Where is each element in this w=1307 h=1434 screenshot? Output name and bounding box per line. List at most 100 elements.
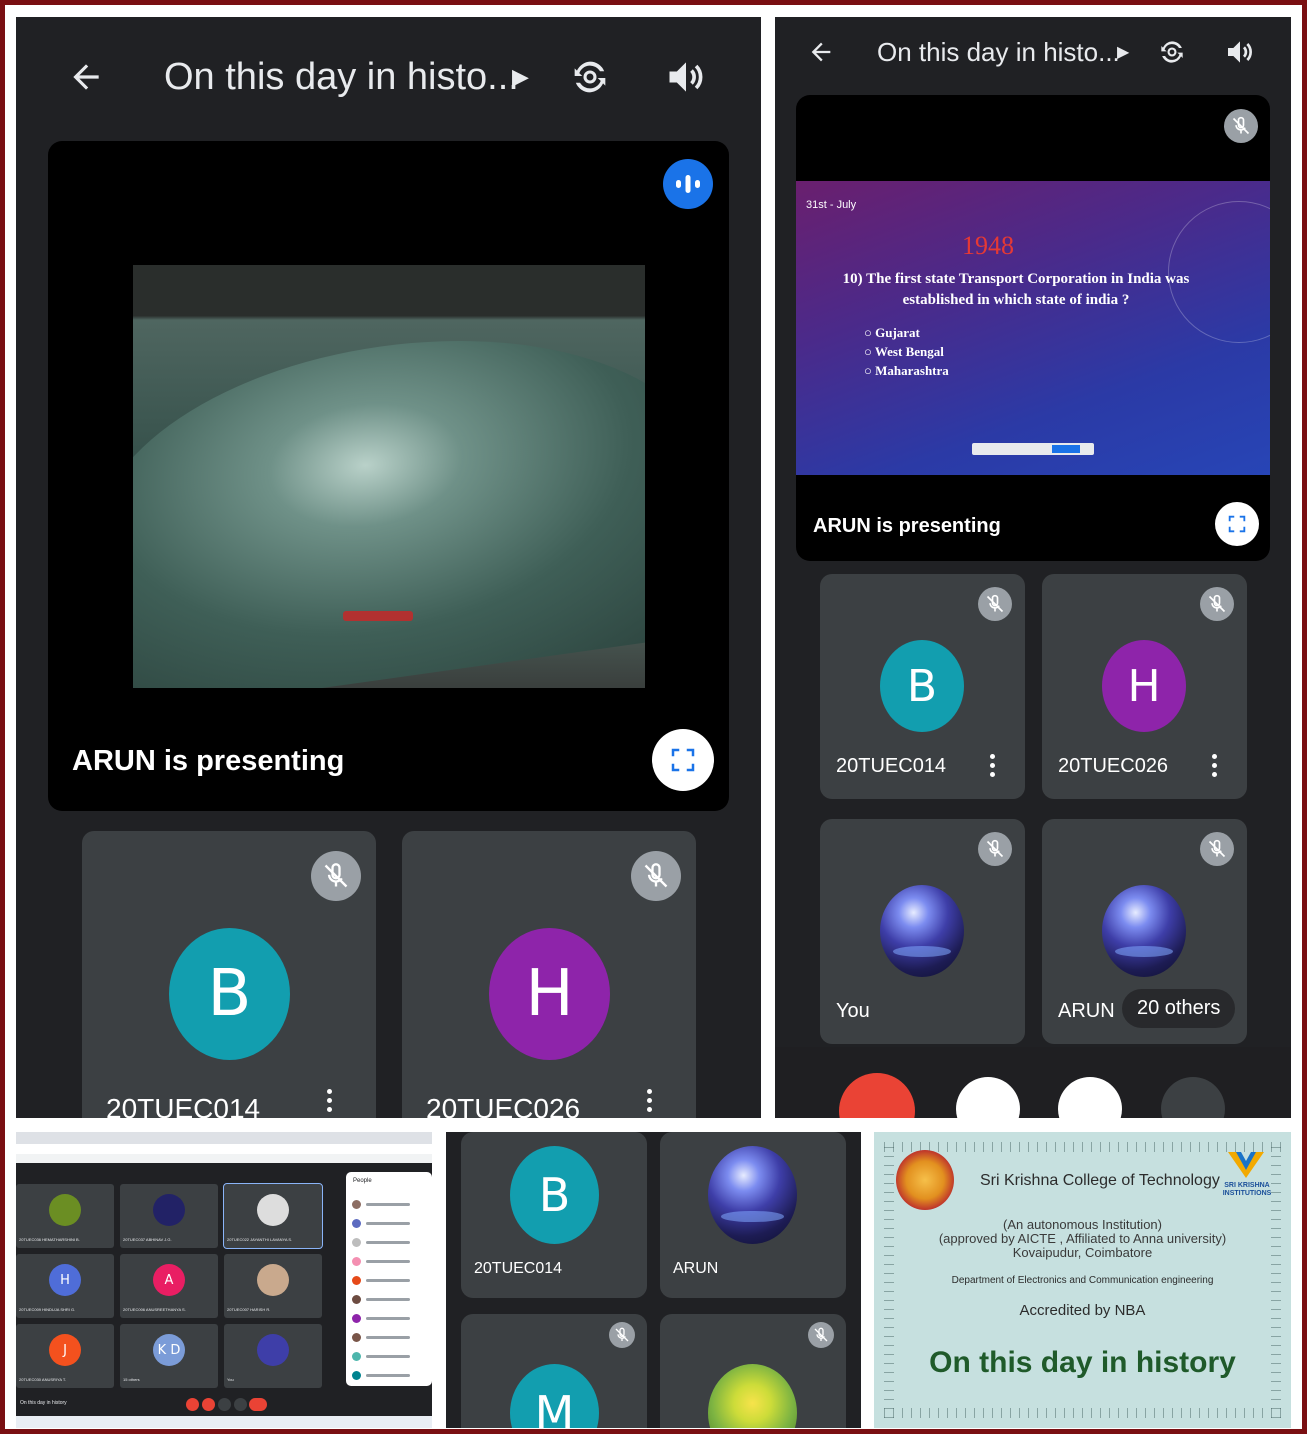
people-list-item[interactable]	[352, 1295, 426, 1305]
people-list-item[interactable]	[352, 1333, 426, 1343]
more-options-button[interactable]	[1161, 1077, 1225, 1118]
quiz-slide: 31st - July 1948 10) The first state Tra…	[796, 181, 1270, 475]
participant-name: 20TUEC006 ANUSREETHANYA S.	[123, 1307, 186, 1312]
participant-tile[interactable]: You	[820, 819, 1025, 1044]
participant-tile[interactable]: ARUN 20 others	[1042, 819, 1247, 1044]
participant-tile[interactable]: ARUN	[660, 1132, 846, 1298]
person-avatar	[352, 1257, 361, 1266]
mic-off-icon	[609, 1322, 635, 1348]
participant-name: You	[836, 1000, 870, 1022]
avatar: H	[1102, 640, 1186, 732]
participant-name: 20TUEC030 ANUSRIYA T.	[19, 1377, 66, 1382]
more-options-icon[interactable]	[1212, 754, 1217, 777]
camera-off-button[interactable]	[956, 1077, 1020, 1118]
mic-off-icon	[1200, 832, 1234, 866]
meeting-title[interactable]: On this day in histo...	[164, 56, 519, 99]
address-line: Kovaipudur, Coimbatore	[1012, 1245, 1153, 1260]
people-list-item[interactable]	[352, 1352, 426, 1362]
control-button[interactable]	[202, 1398, 215, 1411]
switch-camera-icon[interactable]	[1155, 35, 1189, 69]
people-panel: People	[346, 1172, 432, 1386]
speaker-icon[interactable]	[662, 53, 710, 101]
participant-tile[interactable]: M	[461, 1314, 647, 1428]
browser-tab-bar	[16, 1132, 432, 1144]
control-button[interactable]	[234, 1398, 247, 1411]
avatar: K D	[153, 1334, 185, 1366]
desktop-participant-tile[interactable]: 20TUEC022 JAYANTHI LAVANYA S.	[223, 1183, 323, 1249]
participant-name: 20TUEC022 JAYANTHI LAVANYA S.	[227, 1237, 293, 1242]
person-name-bar	[366, 1374, 410, 1377]
people-list-item[interactable]	[352, 1371, 426, 1381]
participant-name: 20TUEC037 ABHINAV J.G.	[123, 1237, 172, 1242]
more-options-icon[interactable]	[647, 1089, 652, 1112]
department-name: Department of Electronics and Communicat…	[951, 1275, 1214, 1286]
more-options-icon[interactable]	[990, 754, 995, 777]
desktop-participant-tile[interactable]: 20TUEC007 HARISH R.	[224, 1254, 322, 1318]
more-options-icon[interactable]	[327, 1089, 332, 1112]
people-list-item[interactable]	[352, 1200, 426, 1210]
end-call-button[interactable]	[249, 1398, 267, 1411]
chevron-right-icon[interactable]: ▶	[512, 64, 529, 90]
avatar: H	[489, 928, 610, 1060]
desktop-participant-tile[interactable]: 20TUEC037 ABHINAV J.G.	[120, 1184, 218, 1248]
control-button[interactable]	[218, 1398, 231, 1411]
presenting-label: ARUN is presenting	[813, 515, 1001, 537]
person-name-bar	[366, 1222, 410, 1225]
avatar	[257, 1334, 289, 1366]
certificate-banner: SRI KRISHNA INSTITUTIONS Sri Krishna Col…	[874, 1132, 1291, 1428]
mic-off-icon	[978, 587, 1012, 621]
participant-tile[interactable]: H 20TUEC026	[1042, 574, 1247, 799]
others-count-badge[interactable]: 20 others	[1122, 989, 1236, 1028]
mic-off-icon	[631, 851, 681, 901]
desktop-participant-tile[interactable]: A 20TUEC006 ANUSREETHANYA S.	[120, 1254, 218, 1318]
avatar	[153, 1194, 185, 1226]
meeting-header: On this day in histo... ▶	[16, 37, 761, 117]
people-list-item[interactable]	[352, 1257, 426, 1267]
person-avatar	[352, 1314, 361, 1323]
mic-off-icon	[1200, 587, 1234, 621]
participant-tile[interactable]	[660, 1314, 846, 1428]
institution-logo-icon	[1226, 1150, 1266, 1180]
desktop-meet-screenshot: 20TUEC036 HEMATHARSHINI B. 20TUEC037 ABHI…	[16, 1132, 432, 1428]
avatar: B	[169, 928, 290, 1060]
participant-tile[interactable]: B 20TUEC014	[820, 574, 1025, 799]
mic-off-button[interactable]	[1058, 1077, 1122, 1118]
switch-camera-icon[interactable]	[566, 53, 614, 101]
people-list-item[interactable]	[352, 1238, 426, 1248]
desktop-participant-tile[interactable]: 20TUEC036 HEMATHARSHINI B.	[16, 1184, 114, 1248]
fullscreen-button[interactable]	[652, 729, 714, 791]
people-list-item[interactable]	[352, 1314, 426, 1324]
meeting-name-label: On this day in history	[20, 1400, 67, 1406]
avatar	[49, 1194, 81, 1226]
desktop-participant-tile[interactable]: You	[224, 1324, 322, 1388]
avatar	[708, 1146, 797, 1244]
back-arrow-icon[interactable]	[64, 55, 108, 99]
person-name-bar	[366, 1336, 410, 1339]
participant-tile[interactable]: B 20TUEC014	[461, 1132, 647, 1298]
chevron-right-icon[interactable]: ▶	[1117, 42, 1129, 62]
video-watermark	[343, 611, 413, 621]
person-name-bar	[366, 1260, 410, 1263]
end-call-button[interactable]	[839, 1073, 915, 1118]
meeting-title[interactable]: On this day in histo...	[877, 37, 1120, 68]
slide-year: 1948	[962, 231, 1014, 260]
people-list-item[interactable]	[352, 1276, 426, 1286]
mic-off-icon	[311, 851, 361, 901]
participant-name: 20TUEC014	[474, 1260, 563, 1277]
control-button[interactable]	[186, 1398, 199, 1411]
fullscreen-button[interactable]	[1215, 502, 1259, 546]
mic-off-icon	[808, 1322, 834, 1348]
participant-tile[interactable]: B 20TUEC014	[82, 831, 376, 1118]
desktop-participant-tile[interactable]: K D 15 others	[120, 1324, 218, 1388]
participant-tile[interactable]: H 20TUEC026	[402, 831, 696, 1118]
people-list-item[interactable]	[352, 1219, 426, 1229]
speaker-icon[interactable]	[1223, 35, 1257, 69]
event-headline: On this day in history	[929, 1346, 1236, 1379]
desktop-participant-tile[interactable]: H 20TUEC009 HINDUJA SHRI G.	[16, 1254, 114, 1318]
avatar: B	[510, 1146, 599, 1244]
desktop-participant-tile[interactable]: J 20TUEC030 ANUSRIYA T.	[16, 1324, 114, 1388]
back-arrow-icon[interactable]	[805, 36, 837, 68]
person-avatar	[352, 1295, 361, 1304]
avatar: J	[49, 1334, 81, 1366]
mic-off-icon	[1224, 109, 1258, 143]
